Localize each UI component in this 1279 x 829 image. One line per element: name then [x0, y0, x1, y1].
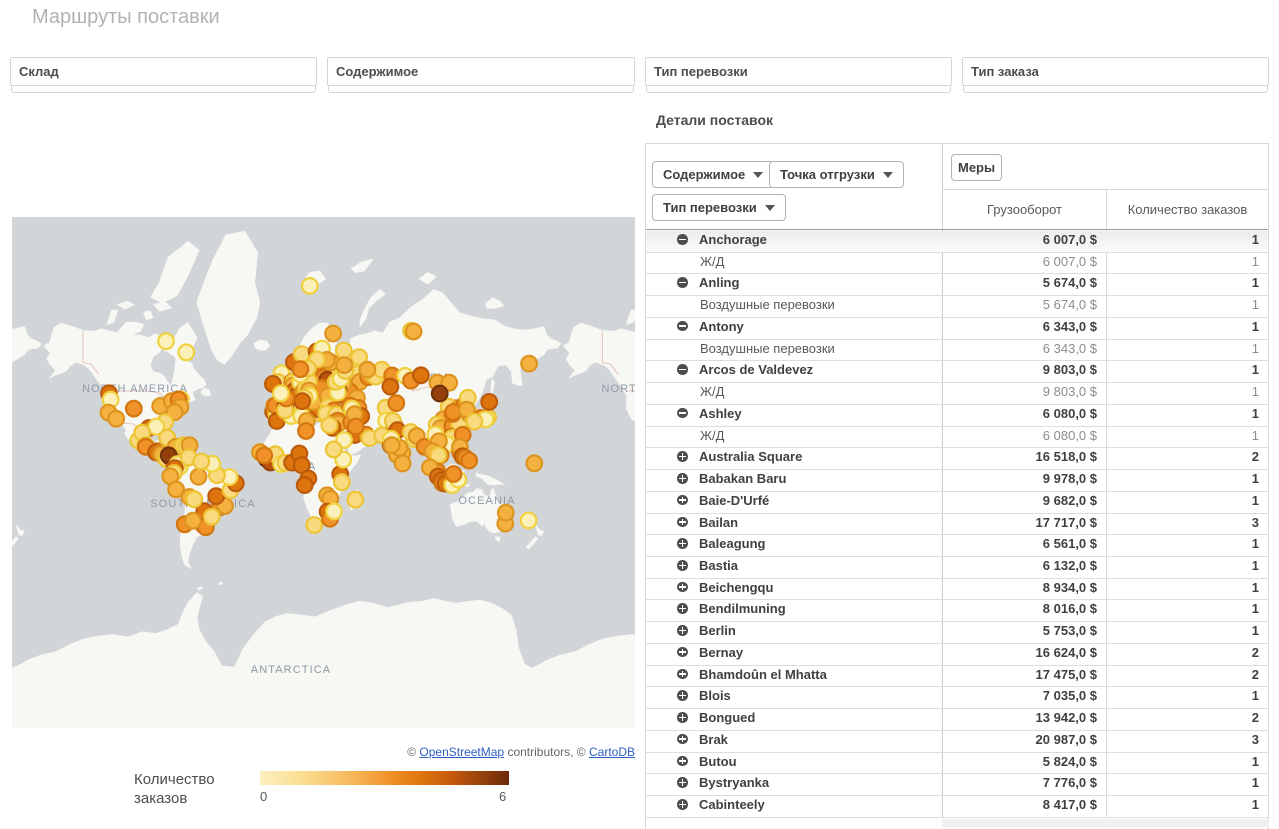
svg-text:NORTH AMERICA: NORTH AMERICA: [602, 383, 635, 395]
svg-text:ANTARCTICA: ANTARCTICA: [251, 664, 331, 676]
